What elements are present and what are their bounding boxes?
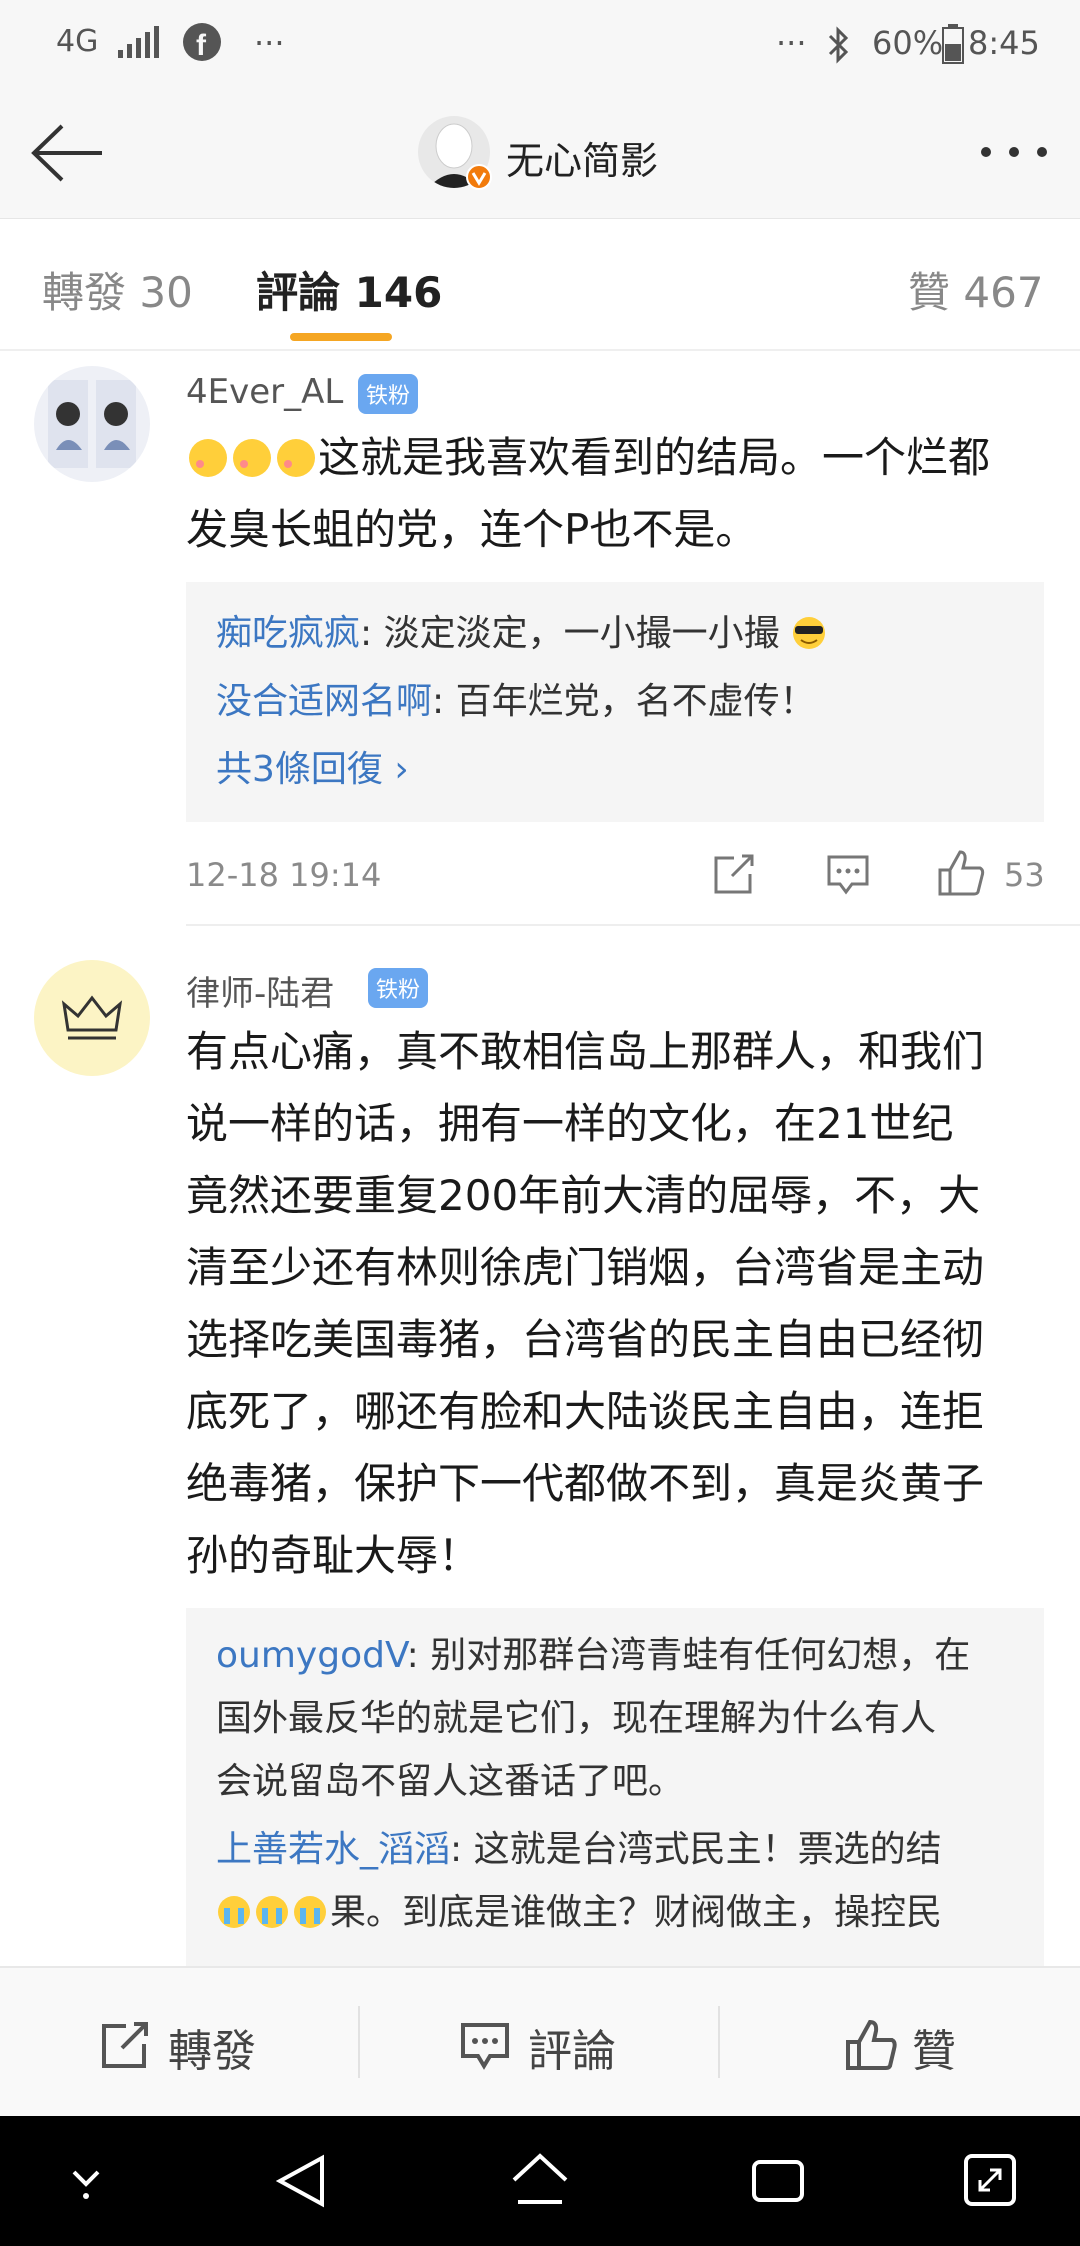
facebook-icon: f (183, 23, 221, 62)
active-tab-indicator (290, 333, 392, 341)
comment-line: 竟然还要重复200年前大清的屈辱，不，大 (186, 1171, 981, 1220)
reply-text: : 淡定淡定，一小撮一小撮 (360, 613, 780, 654)
reply-item: 痴吃疯疯: 淡定淡定，一小撮一小撮 (216, 602, 827, 665)
comment-username[interactable]: 4Ever_AL (186, 372, 343, 412)
recent-apps-icon[interactable] (750, 2158, 806, 2204)
comment-line: 说一样的话，拥有一样的文化，在21世纪 (186, 1099, 954, 1148)
system-navigation-bar (0, 2116, 1080, 2246)
battery-icon (942, 24, 964, 64)
status-dots: ··· (776, 24, 807, 62)
notification-dots: ··· (254, 24, 285, 62)
comment-divider (186, 924, 1080, 926)
bluetooth-icon (828, 26, 849, 64)
hide-keyboard-icon[interactable] (66, 2162, 106, 2202)
reply-item: 没合适网名啊: 百年烂党，名不虚传！ (216, 670, 816, 733)
comment-line: 选择吃美国毒猪，台湾省的民主自由已经彻 (186, 1315, 985, 1364)
like-icon[interactable] (844, 2018, 898, 2072)
comment-icon[interactable] (460, 2022, 510, 2070)
repost-icon[interactable] (712, 852, 756, 896)
crying-emoji-icon (218, 1896, 326, 1928)
like-icon[interactable] (936, 848, 986, 898)
clock: 8:45 (968, 24, 1040, 62)
svg-text:f: f (196, 29, 207, 62)
reply-text: : 百年烂党，名不虚传！ (432, 681, 816, 722)
comment-line: 有点心痛，真不敢相信岛上那群人，和我们 (186, 1027, 985, 1076)
repost-icon[interactable] (100, 2020, 150, 2070)
reply-text: : 别对那群台湾青蛙有任何幻想，在 (406, 1635, 971, 1676)
reply-username[interactable]: oumygodV (216, 1635, 407, 1676)
reply-username[interactable]: 没合适网名啊 (216, 681, 432, 722)
more-options-icon[interactable] (978, 144, 1050, 160)
reply-item: oumygodV: 别对那群台湾青蛙有任何幻想，在 国外最反华的就是它们，现在理… (216, 1624, 970, 1813)
comment-line: 这就是我喜欢看到的结局。一个烂都 (318, 433, 991, 482)
comment-line: 底死了，哪还有脸和大陆谈民主自由，连拒 (186, 1387, 985, 1436)
reply-text: : 这就是台湾式民主！票选的结 (450, 1829, 942, 1870)
sunglasses-emoji-icon (793, 617, 826, 649)
fan-badge: 铁粉 (368, 968, 429, 1008)
home-nav-icon[interactable] (510, 2152, 570, 2208)
reply-item: 上善若水_滔滔: 这就是台湾式民主！票选的结 果。到底是谁做主？财阀做主，操控民 (216, 1818, 942, 1944)
more-replies-link[interactable]: 共3條回復 › (216, 738, 409, 801)
reply-text: 会说留岛不留人这番话了吧。 (216, 1761, 685, 1802)
repost-button[interactable]: 轉發 (168, 2015, 256, 2079)
tab-reposts[interactable]: 轉發 30 (42, 259, 193, 320)
comment-text: 这就是我喜欢看到的结局。一个烂都 发臭长蛆的党，连个P也不是。 (186, 422, 1066, 566)
tab-likes[interactable]: 贊 467 (908, 259, 1044, 320)
reply-username[interactable]: 痴吃疯疯 (216, 613, 360, 654)
comment-icon[interactable] (826, 854, 870, 896)
like-count: 53 (1004, 856, 1045, 894)
comment-avatar[interactable] (34, 366, 150, 482)
bar-separator (718, 2006, 720, 2078)
fan-badge: 铁粉 (358, 374, 419, 414)
back-nav-icon[interactable] (276, 2154, 326, 2208)
reply-box[interactable]: oumygodV: 别对那群台湾青蛙有任何幻想，在 国外最反华的就是它们，现在理… (186, 1608, 1044, 1966)
signal-icon (118, 26, 159, 58)
reply-username[interactable]: 上善若水_滔滔 (216, 1829, 450, 1870)
like-button[interactable]: 贊 (912, 2015, 956, 2079)
comment-line: 发臭长蛆的党，连个P也不是。 (186, 505, 758, 554)
network-indicator: 4G (56, 24, 99, 59)
reply-box[interactable]: 痴吃疯疯: 淡定淡定，一小撮一小撮 没合适网名啊: 百年烂党，名不虚传！ 共3條… (186, 582, 1044, 822)
blush-emoji-icon (189, 439, 315, 477)
comment-text: 有点心痛，真不敢相信岛上那群人，和我们 说一样的话，拥有一样的文化，在21世纪 … (186, 1016, 1066, 1592)
reply-text: 果。到底是谁做主？财阀做主，操控民 (330, 1892, 943, 1933)
comment-username[interactable]: 律师-陆君 (186, 966, 334, 1015)
comment-time: 12-18 19:14 (186, 856, 382, 894)
crown-icon (61, 995, 123, 1040)
comment-line: 绝毒猪，保护下一代都做不到，真是炎黄子 (186, 1459, 985, 1508)
verified-badge-icon (466, 164, 492, 190)
comment-avatar[interactable] (34, 960, 150, 1076)
reply-text: 国外最反华的就是它们，现在理解为什么有人 (216, 1698, 937, 1739)
tab-comments[interactable]: 評論 146 (256, 259, 442, 320)
page-title: 无心简影 (506, 139, 659, 183)
avatar-image-icon (48, 380, 136, 468)
comment-line: 孙的奇耻大辱！ (186, 1531, 481, 1580)
status-bar: 4G f ··· ··· 60% 8:45 (0, 0, 1080, 90)
comment-line: 清至少还有林则徐虎门销烟，台湾省是主动 (186, 1243, 985, 1292)
comment-button[interactable]: 評論 (528, 2015, 616, 2079)
battery-percent: 60% (872, 24, 944, 62)
expand-icon[interactable] (962, 2152, 1018, 2208)
bar-separator (358, 2006, 360, 2078)
back-arrow-icon[interactable] (30, 122, 104, 184)
